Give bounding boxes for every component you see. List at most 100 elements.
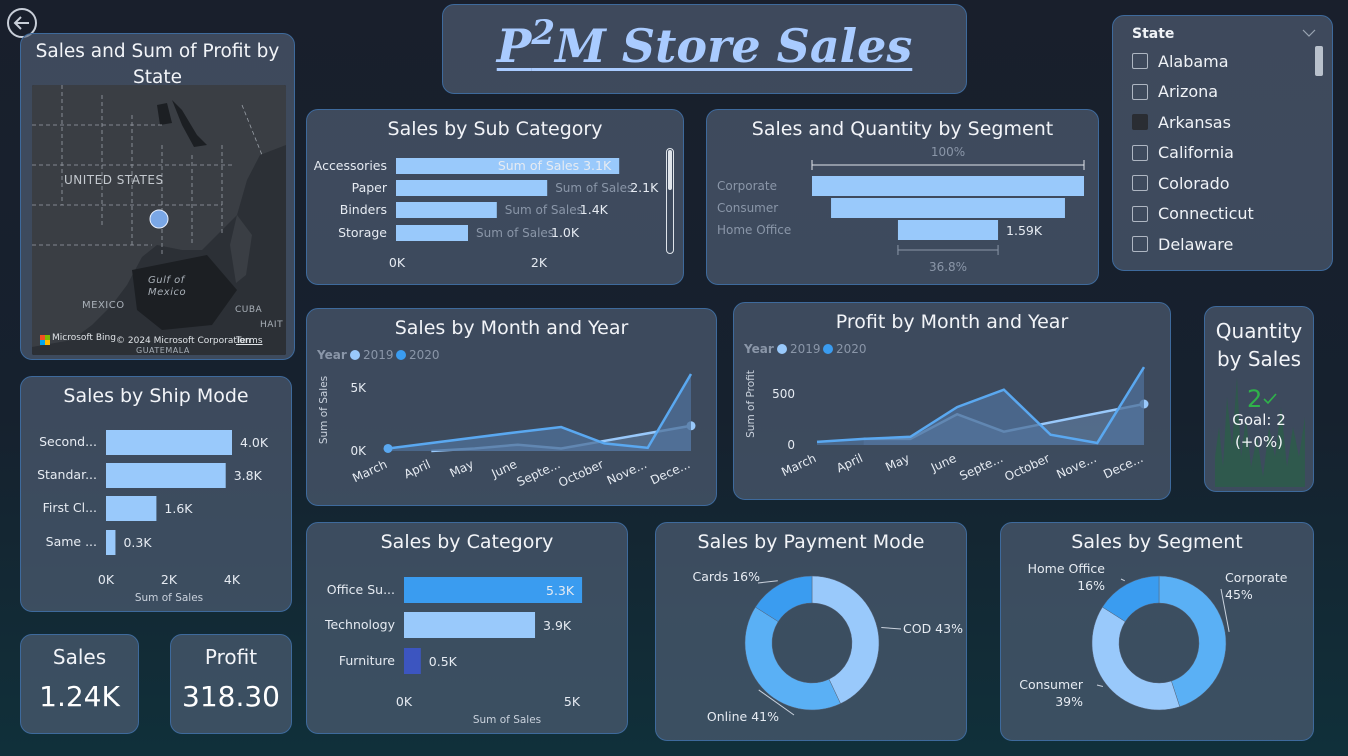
x-axis-tick: Nove... — [1054, 451, 1098, 482]
slicer-checkbox[interactable] — [1132, 236, 1148, 252]
legend-label: 2020 — [836, 342, 867, 356]
ship-mode-axis-tick: 2K — [161, 572, 178, 587]
segment-funnel-chart: 100% Corporate Consumer Home Office 1.59K 36.… — [717, 145, 1085, 274]
slicer-item[interactable]: Delaware — [1132, 232, 1233, 256]
funnel-bar[interactable] — [897, 220, 999, 240]
category-label: Furniture — [339, 653, 395, 668]
y-axis-tick: 0 — [787, 438, 795, 452]
ship-mode-x-title: Sum of Sales — [135, 592, 203, 604]
y-axis-tick: 500 — [772, 387, 795, 401]
funnel-bar[interactable] — [831, 198, 1065, 218]
subcategory-bar[interactable] — [396, 225, 468, 241]
category-data-label: 5.3K — [546, 583, 575, 598]
profit-kpi-title: Profit — [204, 645, 258, 669]
quantity-kpi-goal: Goal: 2 — [1232, 411, 1286, 429]
subcategory-series-label: Sum of Sales — [505, 203, 583, 217]
slicer-item[interactable]: Arkansas — [1132, 110, 1231, 134]
donut-leader-line — [1096, 684, 1104, 688]
x-axis-tick: Dece... — [648, 457, 692, 487]
map-credit-brand: Microsoft Bing — [52, 333, 116, 343]
category-bar[interactable] — [404, 612, 536, 638]
slicer-item-label: Colorado — [1158, 173, 1230, 193]
segment-donut-card: Sales by Segment Corporate 45% Consumer 39%… — [1000, 522, 1314, 741]
slicer-item[interactable]: Alabama — [1132, 49, 1229, 73]
ship-mode-bar[interactable] — [106, 496, 157, 521]
donut-slice[interactable] — [1091, 606, 1181, 711]
chevron-down-icon[interactable] — [1302, 28, 1316, 38]
quantity-kpi-delta: (+0%) — [1234, 433, 1284, 451]
quantity-kpi-card: Quantity by Sales 2 Goal: 2 (+0%) — [1204, 306, 1314, 492]
donut-slice[interactable] — [744, 606, 841, 711]
subcategory-data-label: 1.0K — [551, 225, 580, 240]
map-label-haiti: HAIT — [260, 320, 284, 330]
ship-mode-bar[interactable] — [106, 530, 116, 555]
slicer-checkbox[interactable] — [1132, 144, 1148, 161]
donut-label: 16% — [1077, 578, 1105, 593]
funnel-bar[interactable] — [812, 176, 1084, 196]
slicer-item[interactable]: California — [1132, 141, 1234, 165]
quantity-kpi-value: 2 — [1247, 385, 1263, 413]
donut-label: Corporate — [1225, 570, 1288, 585]
slicer-checkbox[interactable] — [1132, 83, 1148, 100]
donut-label: Consumer — [1019, 677, 1084, 692]
slicer-item[interactable]: Colorado — [1132, 171, 1230, 195]
ship-mode-label: Second... — [39, 434, 97, 449]
subcategory-card: Sales by Sub Category Accessories Sum of … — [306, 109, 684, 285]
x-axis-tick: March — [779, 451, 818, 479]
funnel-top-percent: 100% — [931, 145, 965, 159]
ship-mode-bar[interactable] — [106, 463, 226, 488]
subcategory-bar[interactable] — [396, 180, 548, 196]
category-card: Sales by Category Office Su... 5.3K Techno… — [306, 522, 628, 734]
y-axis-title: Sum of Sales — [318, 376, 330, 444]
slicer-item[interactable]: Connecticut — [1132, 202, 1254, 226]
series-point[interactable] — [383, 443, 393, 453]
payment-chart: COD 43% Online 41% Cards 16% — [692, 569, 963, 724]
x-axis-tick: Septe... — [515, 457, 563, 489]
donut-label: Online 41% — [707, 709, 779, 724]
slicer-scrollbar[interactable] — [1315, 46, 1323, 76]
subcategory-category-label: Binders — [340, 202, 387, 217]
ship-mode-data-label: 0.3K — [123, 535, 152, 550]
category-axis-tick: 0K — [396, 694, 413, 709]
x-axis-tick: Nove... — [605, 457, 649, 488]
subcategory-scroll-thumb[interactable] — [668, 150, 672, 190]
map[interactable]: UNITED STATES Gulf of Mexico MEXICO CUBA… — [32, 85, 286, 355]
slicer-checkbox[interactable] — [1132, 175, 1148, 191]
slicer-item[interactable]: Arizona — [1132, 80, 1218, 104]
subcategory-bar[interactable] — [396, 202, 497, 218]
ship-mode-label: First Cl... — [43, 500, 97, 515]
x-axis-tick: June — [928, 451, 959, 475]
legend-marker — [350, 350, 360, 360]
subcategory-category-label: Paper — [352, 180, 388, 195]
ship-mode-bar[interactable] — [106, 430, 232, 455]
sales-kpi-value: 1.24K — [39, 680, 120, 713]
segment-funnel-card: Sales and Quantity by Segment 100% Corpor… — [706, 109, 1099, 285]
map-label-mexico: MEXICO — [82, 300, 125, 311]
legend-label: 2019 — [790, 342, 821, 356]
x-axis-tick: October — [1002, 451, 1052, 484]
donut-label: 45% — [1225, 587, 1253, 602]
category-bar[interactable] — [404, 648, 421, 674]
donut-label: COD 43% — [903, 621, 963, 636]
category-data-label: 3.9K — [543, 618, 572, 633]
x-axis-tick: May — [883, 451, 911, 474]
slicer-checkbox[interactable] — [1132, 205, 1148, 222]
subcategory-scrollbar[interactable] — [666, 148, 674, 254]
donut-label: Cards 16% — [692, 569, 760, 584]
y-axis-title: Sum of Profit — [745, 370, 757, 438]
subcategory-axis-tick: 0K — [389, 255, 406, 270]
slicer-checkbox[interactable] — [1132, 53, 1148, 69]
profit-kpi-card: Profit 318.30 — [170, 634, 292, 734]
subcategory-category-label: Accessories — [314, 158, 387, 173]
ship-mode-axis-tick: 0K — [98, 572, 115, 587]
profit-kpi-value: 318.30 — [182, 680, 280, 713]
x-axis-tick: March — [350, 457, 389, 485]
map-bubble[interactable] — [149, 209, 169, 229]
map-terms-link[interactable]: Terms — [236, 336, 263, 346]
microsoft-logo-icon — [40, 335, 50, 345]
category-chart: Office Su... 5.3K Technology 3.9K Furniture 0… — [324, 577, 583, 726]
payment-card: Sales by Payment Mode COD 43% Online 41% C… — [655, 522, 967, 741]
x-axis-tick: April — [834, 451, 865, 475]
slicer-checkbox[interactable] — [1132, 114, 1148, 130]
sales-kpi-title: Sales — [52, 645, 107, 669]
